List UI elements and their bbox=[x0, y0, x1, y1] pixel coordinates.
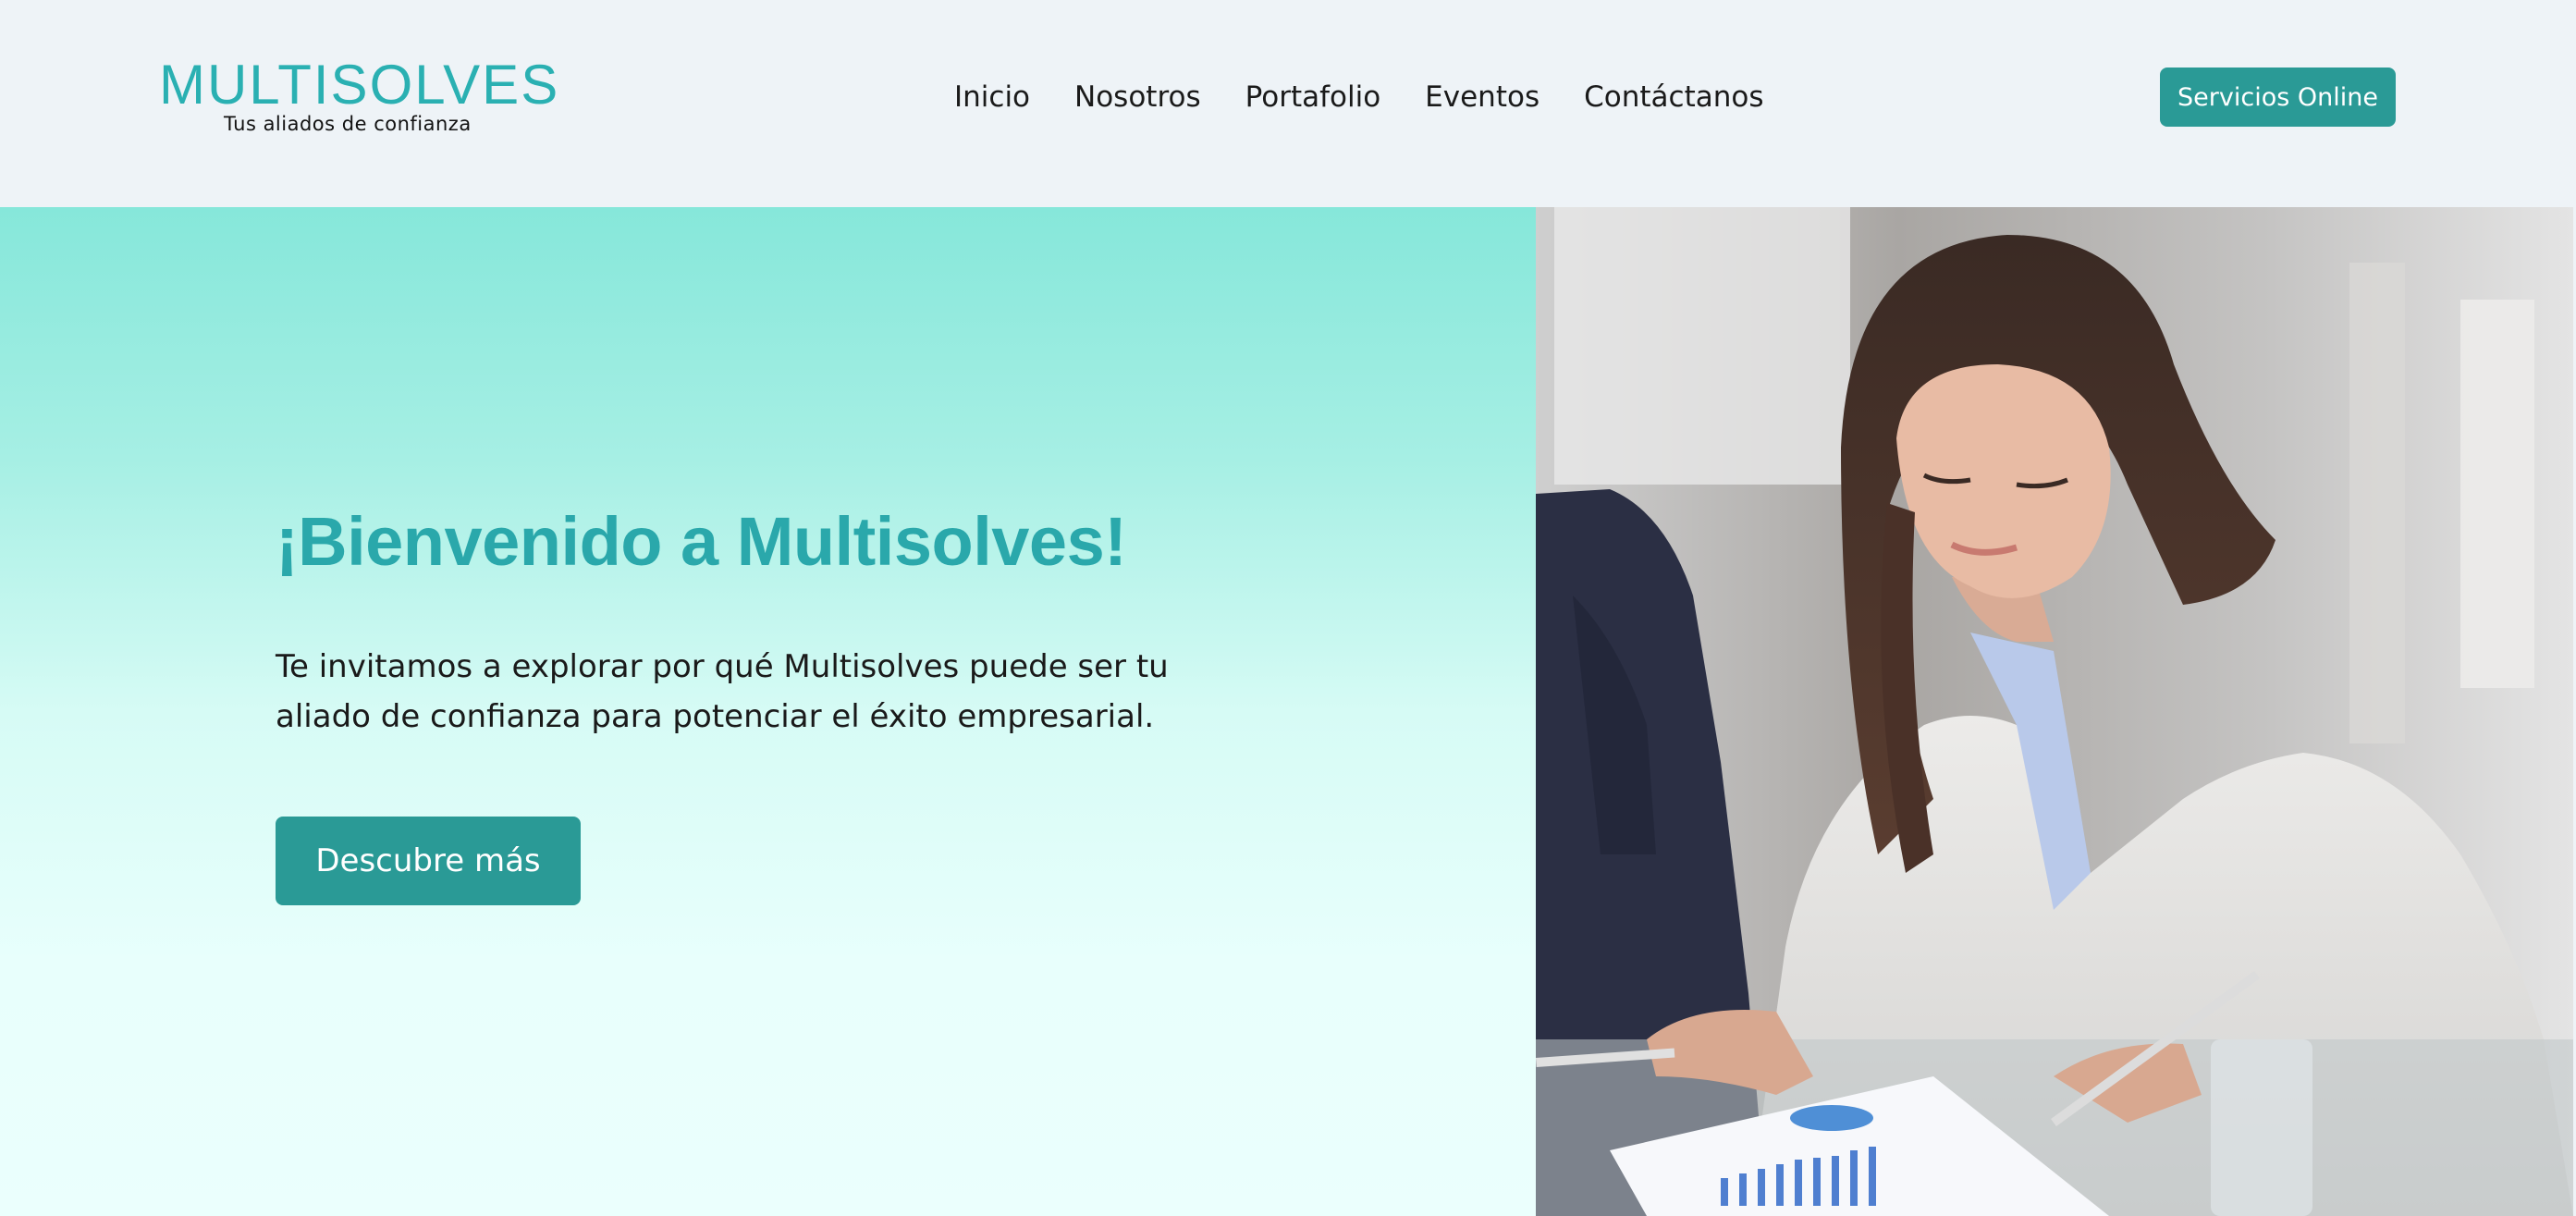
main-nav: Inicio Nosotros Portafolio Eventos Contá… bbox=[954, 74, 1763, 120]
hero-section: ¡Bienvenido a Multisolves! Te invitamos … bbox=[0, 207, 1536, 1216]
nav-item-eventos[interactable]: Eventos bbox=[1425, 80, 1539, 114]
logo-title: MULTISOLVES bbox=[159, 54, 560, 116]
hero-title: ¡Bienvenido a Multisolves! bbox=[276, 503, 1127, 580]
logo-tagline: Tus aliados de confianza bbox=[224, 113, 472, 135]
businesswoman-photo bbox=[1536, 207, 2573, 1216]
servicios-online-button[interactable]: Servicios Online bbox=[2160, 68, 2396, 127]
nav-item-nosotros[interactable]: Nosotros bbox=[1074, 80, 1201, 114]
nav-item-portafolio[interactable]: Portafolio bbox=[1245, 80, 1381, 114]
hero-image bbox=[1536, 207, 2573, 1216]
hero-description: Te invitamos a explorar por qué Multisol… bbox=[276, 648, 1169, 735]
nav-item-contactanos[interactable]: Contáctanos bbox=[1584, 80, 1763, 114]
nav-item-inicio[interactable]: Inicio bbox=[954, 80, 1030, 114]
logo[interactable]: MULTISOLVES Tus aliados de confianza bbox=[159, 57, 558, 141]
descubre-mas-button[interactable]: Descubre más bbox=[276, 817, 581, 905]
site-header: MULTISOLVES Tus aliados de confianza Ini… bbox=[0, 0, 2576, 207]
